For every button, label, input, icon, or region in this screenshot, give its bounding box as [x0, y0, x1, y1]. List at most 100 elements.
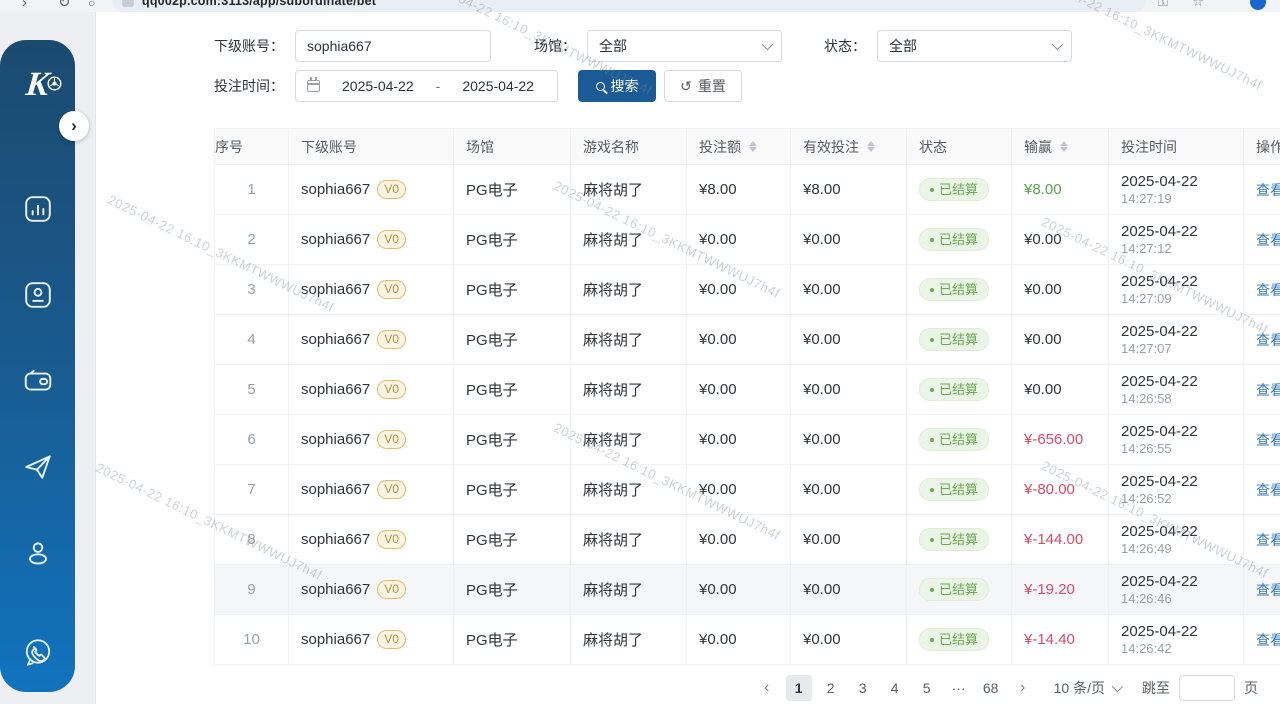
view-details-link[interactable]: 查看详情	[1256, 182, 1280, 198]
date-start-value: 2025-04-22	[330, 78, 426, 94]
site-info-icon[interactable]	[122, 0, 134, 7]
browser-forward-icon[interactable]: ›	[22, 0, 27, 12]
view-details-link[interactable]: 查看详情	[1256, 532, 1280, 548]
bet-time: 14:26:58	[1121, 391, 1231, 407]
win-loss-cell: ¥-19.20	[1012, 565, 1109, 615]
account-name: sophia667	[301, 481, 370, 498]
calendar-icon	[307, 80, 320, 92]
reset-button[interactable]: ↺ 重置	[664, 70, 742, 102]
browser-profile-avatar[interactable]	[1250, 0, 1266, 10]
view-details-link[interactable]: 查看详情	[1256, 232, 1280, 248]
pagination-page-3[interactable]: 3	[850, 675, 876, 701]
sidebar-expand-button[interactable]: ›	[59, 111, 89, 141]
sidebar-item-promotions[interactable]	[0, 424, 75, 510]
sort-icon[interactable]	[867, 141, 875, 152]
status-dot-icon	[930, 288, 934, 292]
view-details-link[interactable]: 查看详情	[1256, 632, 1280, 648]
status-select[interactable]: 全部	[877, 30, 1072, 62]
vip-level-badge: V0	[377, 280, 406, 299]
account-cell: sophia667V0	[289, 365, 454, 415]
account-cell: sophia667V0	[289, 515, 454, 565]
bookmark-star-icon[interactable]: ☆	[1192, 0, 1204, 10]
pagination-page-68[interactable]: 68	[978, 675, 1004, 701]
account-name: sophia667	[301, 331, 370, 348]
pagination-page-2[interactable]: 2	[818, 675, 844, 701]
view-details-link[interactable]: 查看详情	[1256, 332, 1280, 348]
column-header-5[interactable]: 投注额	[687, 129, 791, 165]
filter-row-1: 下级账号： 场馆： 全部 状态： 全部	[214, 30, 1072, 62]
bet-amount-cell: ¥0.00	[687, 565, 791, 615]
password-key-icon[interactable]: ⚿	[1158, 0, 1168, 10]
sort-icon[interactable]	[1060, 141, 1068, 152]
vip-level-badge: V0	[377, 230, 406, 249]
sort-icon[interactable]	[749, 141, 757, 152]
win-loss-cell: ¥0.00	[1012, 265, 1109, 315]
customer-service-icon	[22, 636, 54, 668]
pagination-pages: 12345···68	[786, 675, 1004, 701]
search-button[interactable]: 搜索	[578, 70, 656, 102]
sidebar-item-customer-service[interactable]	[0, 596, 75, 704]
status-label: 已结算	[939, 279, 978, 300]
win-loss-cell: ¥-144.00	[1012, 515, 1109, 565]
status-label: 已结算	[939, 179, 978, 200]
status-badge: 已结算	[919, 378, 989, 401]
bet-amount-cell: ¥0.00	[687, 515, 791, 565]
view-details-link[interactable]: 查看详情	[1256, 432, 1280, 448]
row-index: 5	[215, 365, 289, 415]
table-row: 2sophia667V0PG电子麻将胡了¥0.00¥0.00已结算¥0.0020…	[215, 215, 1280, 265]
column-header-6[interactable]: 有效投注	[791, 129, 907, 165]
pagination-page-1[interactable]: 1	[786, 675, 812, 701]
sidebar-item-reports[interactable]	[0, 166, 75, 252]
address-bar[interactable]: qq002p.com:3113/app/subordinate/bet	[112, 0, 1146, 12]
table-row: 3sophia667V0PG电子麻将胡了¥0.00¥0.00已结算¥0.0020…	[215, 265, 1280, 315]
pagination-page-5[interactable]: 5	[914, 675, 940, 701]
jump-page-input[interactable]	[1179, 675, 1235, 701]
sidebar-item-members[interactable]	[0, 252, 75, 338]
status-dot-icon	[930, 338, 934, 342]
status-label: 已结算	[939, 329, 978, 350]
account-name: sophia667	[301, 381, 370, 398]
account-cell: sophia667V0	[289, 465, 454, 515]
brand-logo[interactable]: K	[12, 66, 64, 104]
table-row: 1sophia667V0PG电子麻将胡了¥8.00¥8.00已结算¥8.0020…	[215, 165, 1280, 215]
browser-toolbar: › ↻ ○ qq002p.com:3113/app/subordinate/be…	[0, 0, 1280, 12]
pagination-page-4[interactable]: 4	[882, 675, 908, 701]
page-size-select[interactable]: 10 条/页	[1054, 678, 1120, 698]
vip-level-badge: V0	[377, 580, 406, 599]
sidebar-item-wallet[interactable]	[0, 338, 75, 424]
column-header-8[interactable]: 输赢	[1012, 129, 1109, 165]
game-name-cell: 麻将胡了	[571, 265, 687, 315]
view-details-link[interactable]: 查看详情	[1256, 582, 1280, 598]
browser-reload-icon[interactable]: ↻	[58, 0, 71, 12]
pagination-prev-icon[interactable]: ‹	[754, 675, 780, 701]
venue-cell: PG电子	[454, 365, 571, 415]
account-input[interactable]	[295, 30, 491, 62]
pagination-ellipsis: ···	[946, 675, 972, 701]
bet-amount-cell: ¥0.00	[687, 215, 791, 265]
date-range-picker[interactable]: 2025-04-22 - 2025-04-22	[295, 70, 558, 102]
table-row: 10sophia667V0PG电子麻将胡了¥0.00¥0.00已结算¥-14.4…	[215, 615, 1280, 665]
vip-level-badge: V0	[377, 330, 406, 349]
account-filter-label: 下级账号：	[214, 36, 284, 56]
column-label: 下级账号	[301, 137, 441, 157]
venue-select[interactable]: 全部	[587, 30, 782, 62]
bet-time-cell: 2025-04-2214:26:49	[1109, 515, 1244, 565]
main-content-panel: 下级账号： 场馆： 全部 状态： 全部 投注时间： 2025-04-22 - 2…	[95, 12, 1280, 704]
sidebar-item-profile[interactable]	[0, 510, 75, 596]
pagination-next-icon[interactable]: ›	[1010, 675, 1036, 701]
browser-home-icon[interactable]: ○	[88, 0, 95, 12]
url-text: qq002p.com:3113/app/subordinate/bet	[142, 0, 376, 8]
venue-cell: PG电子	[454, 465, 571, 515]
view-details-link[interactable]: 查看详情	[1256, 282, 1280, 298]
win-loss-value: ¥0.00	[1024, 381, 1062, 398]
bet-date: 2025-04-22	[1121, 522, 1231, 541]
column-header-9: 投注时间	[1109, 129, 1244, 165]
view-details-link[interactable]: 查看详情	[1256, 382, 1280, 398]
venue-cell: PG电子	[454, 515, 571, 565]
reset-button-label: 重置	[698, 76, 726, 96]
view-details-link[interactable]: 查看详情	[1256, 482, 1280, 498]
status-badge: 已结算	[919, 428, 989, 451]
column-label: 游戏名称	[583, 137, 674, 157]
account-cell: sophia667V0	[289, 415, 454, 465]
status-badge: 已结算	[919, 528, 989, 551]
